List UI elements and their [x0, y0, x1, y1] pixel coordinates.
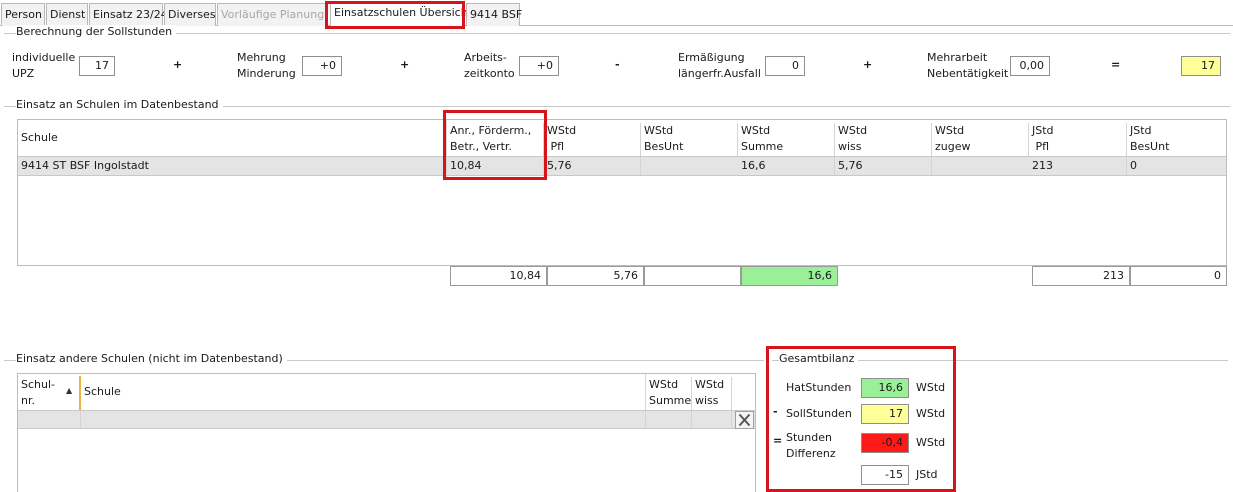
cell-schule: 9414 ST BSF Ingolstadt: [18, 157, 447, 175]
table-row[interactable]: 9414 ST BSF Ingolstadt 10,84 5,76 16,6 5…: [18, 156, 1226, 176]
tab-vorlaeufige-planung: Vorläufige Planung: [217, 3, 327, 26]
soll-group-line: [4, 33, 1230, 34]
tab-person[interactable]: Person: [1, 3, 45, 26]
schools-table: Schule Anr., Förderm., Betr., Vertr. WStd…: [17, 119, 1227, 266]
mehrung-label-line1: Mehrung: [237, 51, 286, 64]
upz-label-line1: individuelle: [12, 51, 76, 64]
delete-row-button[interactable]: [735, 411, 754, 429]
mehrung-label-line2: Minderung: [237, 67, 296, 80]
arbeitszeitkonto-field[interactable]: +0: [519, 56, 559, 76]
sum-anr: 10,84: [450, 266, 547, 286]
header-wstd-summe[interactable]: WStd Summe: [738, 123, 835, 157]
cell-wstd-pfl: 5,76: [544, 157, 641, 175]
cell-wstd-summe: 16,6: [738, 157, 835, 175]
tab-bar: Person Dienst Einsatz 23/24 Diverses Vor…: [0, 0, 1233, 27]
tab-einsatz[interactable]: Einsatz 23/24: [89, 3, 168, 26]
other-schools-table: Schul-nr. ▲ Schule WStd Summe WStd wiss: [17, 373, 756, 492]
close-icon: [738, 413, 751, 427]
mehrarbeit-label-line2: Nebentätigkeit: [927, 67, 1009, 80]
minus-operator: -: [615, 58, 620, 71]
header-wstd-pfl[interactable]: WStd Pfl: [544, 123, 641, 157]
header-schule[interactable]: Schule: [81, 374, 646, 410]
ermaessigung-label-line2: längerfr.Ausfall: [678, 67, 761, 80]
plus-operator: +: [863, 58, 873, 71]
arbeitszeitkonto-label-line2: zeitkonto: [464, 67, 515, 80]
mehrarbeit-field[interactable]: 0,00: [1010, 56, 1050, 76]
sum-wstd-besunt: [644, 266, 741, 286]
cell-schule[interactable]: [81, 411, 646, 428]
cell-wstd-wiss: 5,76: [835, 157, 932, 175]
sollstunden-result: 17: [1181, 56, 1221, 76]
mehrarbeit-label-line1: Mehrarbeit: [927, 51, 988, 64]
bilanz-highlight-frame: [766, 346, 956, 492]
ermaessigung-field[interactable]: 0: [765, 56, 805, 76]
column-highlight-frame: [443, 110, 547, 180]
soll-group-title: Berechnung der Sollstunden: [16, 25, 177, 38]
tab-dienst[interactable]: Dienst: [46, 3, 88, 26]
tab-diverses[interactable]: Diverses: [164, 3, 216, 26]
sort-ascending-icon[interactable]: ▲: [66, 386, 72, 395]
header-jstd-pfl[interactable]: JStd Pfl: [1029, 123, 1127, 157]
andere-group-title: Einsatz andere Schulen (nicht im Datenbe…: [16, 352, 287, 365]
table-row[interactable]: [18, 410, 755, 429]
header-wstd-summe[interactable]: WStd Summe: [646, 377, 692, 411]
plus-operator: +: [173, 58, 183, 71]
cell-wstd-wiss[interactable]: [692, 411, 732, 428]
ermaessigung-label-line1: Ermäßigung: [678, 51, 745, 64]
cell-jstd-besunt: 0: [1130, 159, 1137, 172]
cell-schulnr[interactable]: [18, 411, 81, 428]
arbeitszeitkonto-label-line1: Arbeits-: [464, 51, 507, 64]
tab-9414-bsf[interactable]: 9414 BSF: [466, 3, 522, 26]
sum-wstd-pfl: 5,76: [547, 266, 644, 286]
sum-jstd-pfl: 213: [1032, 266, 1130, 286]
einsatz-group-title: Einsatz an Schulen im Datenbestand: [16, 98, 223, 111]
mehrung-field[interactable]: +0: [302, 56, 342, 76]
tab-highlight-frame: [325, 1, 465, 29]
plus-operator: +: [400, 58, 410, 71]
sum-wstd-summe: 16,6: [741, 266, 838, 286]
cell-jstd-pfl: 213: [1029, 157, 1127, 175]
equals-operator: =: [1111, 58, 1121, 71]
upz-field[interactable]: 17: [79, 56, 115, 76]
header-jstd-besunt[interactable]: JStd BesUnt: [1127, 123, 1226, 157]
header-wstd-zugew[interactable]: WStd zugew: [932, 123, 1029, 157]
header-schule[interactable]: Schule: [18, 120, 447, 156]
upz-label-line2: UPZ: [12, 67, 35, 80]
sum-jstd-besunt: 0: [1130, 266, 1227, 286]
header-wstd-besunt[interactable]: WStd BesUnt: [641, 123, 738, 157]
header-wstd-wiss[interactable]: WStd wiss: [835, 123, 932, 157]
header-wstd-wiss[interactable]: WStd wiss: [692, 377, 732, 411]
cell-wstd-summe[interactable]: [646, 411, 692, 428]
